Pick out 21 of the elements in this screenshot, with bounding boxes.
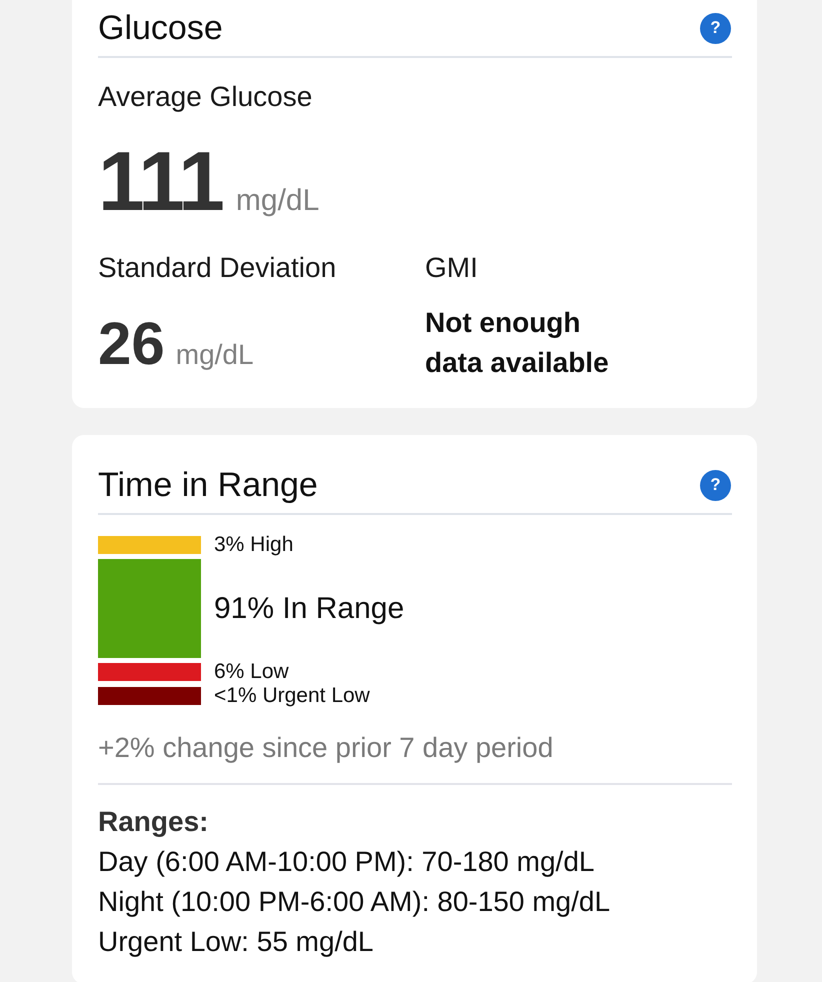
stat-label: GMI <box>425 251 478 285</box>
range-label: 3% High <box>214 535 294 555</box>
help-button[interactable]: ? <box>700 12 731 44</box>
change-text: +2% change since prior 7 day period <box>98 731 554 765</box>
range-line: Urgent Low: 55 mg/dL <box>98 925 374 959</box>
range-line: Day (6:00 AM-10:00 PM): 70-180 mg/dL <box>98 845 594 879</box>
range-label: 6% Low <box>214 662 289 682</box>
unit-label: mg/dL <box>176 338 254 372</box>
average-value: 111 <box>98 139 223 223</box>
card-title: Time in Range <box>98 465 318 505</box>
message-text: Not enough data available <box>425 306 610 380</box>
stat-value: 26 <box>98 314 165 374</box>
range-label: <1% Urgent Low <box>214 686 370 706</box>
average-label: Average Glucose <box>98 80 312 114</box>
ranges-heading: Ranges: <box>98 805 208 839</box>
unit-label: mg/dL <box>236 184 320 218</box>
help-button[interactable]: ? <box>700 470 731 500</box>
range-label: 91% In Range <box>214 590 404 626</box>
card-title: Glucose <box>98 8 223 48</box>
range-line: Night (10:00 PM-6:00 AM): 80-150 mg/dL <box>98 885 610 919</box>
stat-label: Standard Deviation <box>98 251 336 285</box>
